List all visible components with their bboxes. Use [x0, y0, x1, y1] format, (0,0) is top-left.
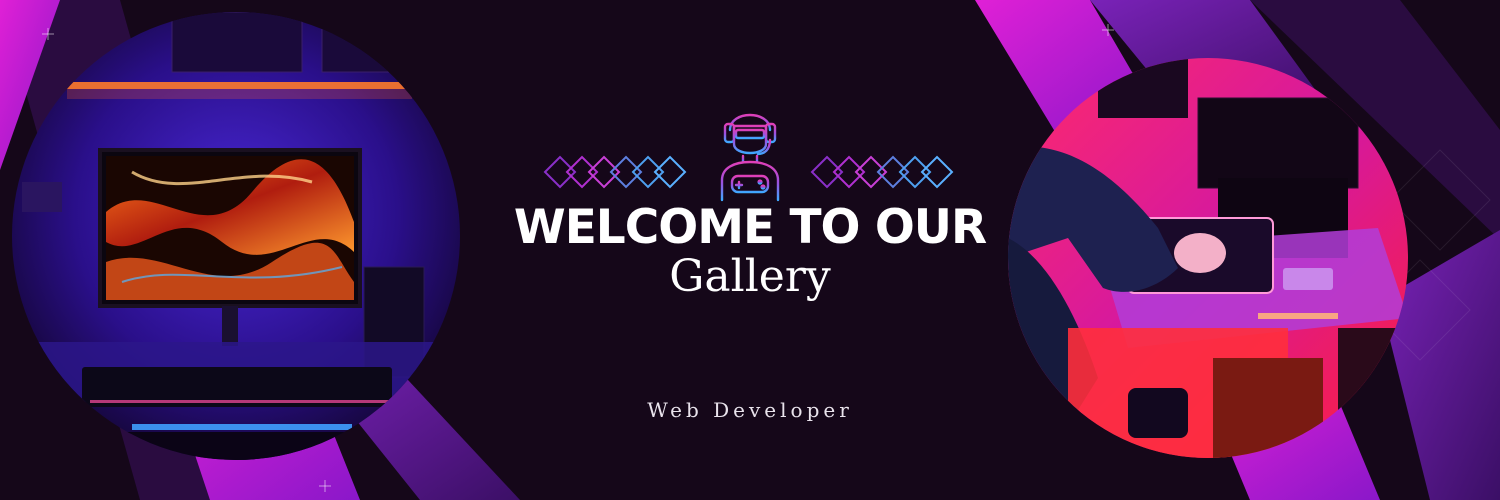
gaming-setup-photo-right [1008, 58, 1408, 458]
diamond-chain-right [810, 155, 954, 189]
gallery-subheading: Gallery [669, 251, 831, 302]
role-label: Web Developer [647, 398, 853, 422]
gaming-desk-neon-monitor-image [12, 12, 460, 460]
welcome-banner: WELCOME TO OUR Gallery Web Developer [0, 0, 1500, 500]
gaming-setup-photo-left [12, 12, 460, 460]
diamond-chain-left [543, 155, 687, 189]
gamer-headset-controller-icon [720, 113, 780, 202]
person-at-red-lit-desk-image [1008, 58, 1408, 458]
